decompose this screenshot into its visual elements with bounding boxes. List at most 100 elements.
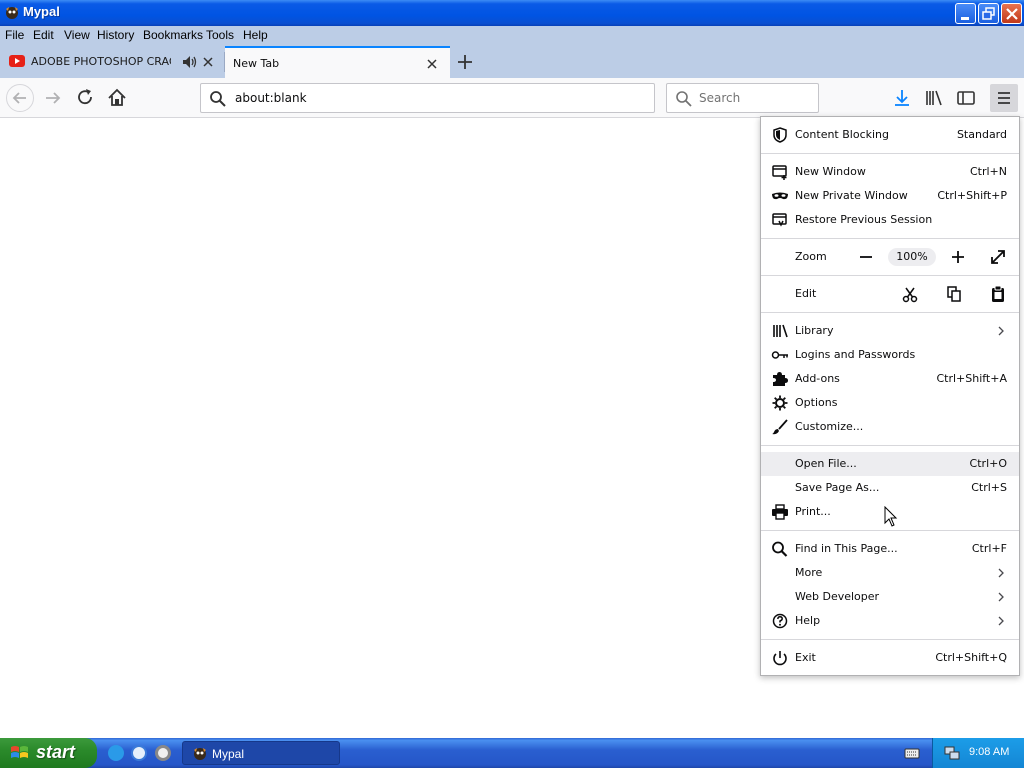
youtube-icon	[9, 55, 25, 67]
printer-icon	[772, 504, 788, 520]
new-private-window-item[interactable]: New Private Window Ctrl+Shift+P	[761, 184, 1019, 208]
new-tab-icon[interactable]	[455, 52, 475, 72]
menu-view[interactable]: View	[64, 28, 90, 42]
zoom-in-icon[interactable]	[947, 247, 969, 267]
restore-icon	[982, 7, 995, 20]
window-title: Mypal	[23, 4, 60, 19]
menu-shortcut: Ctrl+F	[971, 542, 1007, 555]
menu-tools[interactable]: Tools	[206, 28, 234, 42]
divider	[761, 445, 1019, 446]
downloads-button[interactable]	[888, 84, 916, 112]
chevron-right-icon	[998, 326, 1004, 336]
tab-close-icon[interactable]	[200, 54, 216, 70]
menu-bookmarks[interactable]: Bookmarks	[143, 28, 203, 42]
taskbar: start Mypal 9:08 AM	[0, 738, 1024, 768]
cut-icon[interactable]	[899, 284, 921, 304]
menu-label: Content Blocking	[795, 128, 890, 141]
divider	[761, 238, 1019, 239]
help-item[interactable]: Help	[761, 609, 1019, 633]
divider	[761, 639, 1019, 640]
internet-explorer-icon[interactable]	[108, 745, 124, 761]
menu-label: Edit	[795, 287, 817, 300]
speaker-icon[interactable]	[182, 55, 198, 69]
minimize-button[interactable]	[955, 3, 976, 24]
divider	[761, 530, 1019, 531]
exit-item[interactable]: Exit Ctrl+Shift+Q	[761, 646, 1019, 670]
tab-new-tab[interactable]: New Tab	[225, 46, 450, 78]
tab-youtube[interactable]: ADOBE PHOTOSHOP CRACK 2(	[0, 46, 224, 78]
menu-shortcut: Ctrl+O	[969, 457, 1007, 470]
taskbar-item-label: Mypal	[212, 747, 245, 761]
menu-history[interactable]: History	[97, 28, 134, 42]
paste-icon[interactable]	[987, 284, 1009, 304]
sidebar-button[interactable]	[952, 84, 980, 112]
divider	[761, 312, 1019, 313]
menu-shortcut: Ctrl+Shift+Q	[935, 651, 1007, 664]
tab-close-icon[interactable]	[424, 56, 440, 72]
zoom-out-icon[interactable]	[855, 247, 877, 267]
chevron-right-icon	[998, 616, 1004, 626]
private-mask-icon	[772, 192, 788, 200]
url-bar[interactable]	[200, 83, 655, 113]
menu-edit[interactable]: Edit	[33, 28, 54, 42]
logins-passwords-item[interactable]: Logins and Passwords	[761, 343, 1019, 367]
tab-label: ADOBE PHOTOSHOP CRACK 2(	[31, 55, 171, 68]
app-menu-button[interactable]	[990, 84, 1018, 112]
close-button[interactable]	[1001, 3, 1022, 24]
content-blocking-item[interactable]: Content Blocking Standard	[761, 123, 1019, 147]
taskbar-item-mypal[interactable]: Mypal	[182, 741, 340, 765]
menu-label: Save Page As...	[795, 481, 880, 494]
search-bar[interactable]	[666, 83, 819, 113]
addons-item[interactable]: Add-ons Ctrl+Shift+A	[761, 367, 1019, 391]
outlook-express-icon[interactable]	[131, 745, 147, 761]
url-input[interactable]	[233, 90, 643, 106]
menu-file[interactable]: File	[5, 28, 24, 42]
minimize-icon	[961, 17, 969, 20]
find-in-page-item[interactable]: Find in This Page... Ctrl+F	[761, 537, 1019, 561]
restore-button[interactable]	[978, 3, 999, 24]
forward-button[interactable]	[39, 84, 67, 112]
menu-help[interactable]: Help	[243, 28, 268, 42]
web-developer-item[interactable]: Web Developer	[761, 585, 1019, 609]
chevron-right-icon	[998, 592, 1004, 602]
keyboard-icon[interactable]	[904, 746, 920, 760]
start-label: start	[36, 742, 76, 762]
reload-button[interactable]	[71, 84, 99, 112]
search-input[interactable]	[697, 90, 812, 106]
back-button[interactable]	[6, 84, 34, 112]
mypal-logo-icon	[6, 7, 18, 19]
customize-item[interactable]: Customize...	[761, 415, 1019, 439]
mouse-cursor-icon	[884, 506, 898, 527]
library-item[interactable]: Library	[761, 319, 1019, 343]
library-button[interactable]	[920, 84, 948, 112]
fullscreen-icon[interactable]	[987, 247, 1009, 267]
search-icon	[210, 91, 226, 107]
more-item[interactable]: More	[761, 561, 1019, 585]
open-file-item[interactable]: Open File... Ctrl+O	[761, 452, 1019, 476]
help-icon	[772, 613, 788, 629]
new-window-item[interactable]: New Window Ctrl+N	[761, 160, 1019, 184]
restore-session-item[interactable]: Restore Previous Session	[761, 208, 1019, 232]
network-icon[interactable]	[943, 745, 961, 761]
windows-logo-icon	[11, 746, 28, 758]
search-icon	[772, 541, 788, 557]
options-item[interactable]: Options	[761, 391, 1019, 415]
menu-value: Standard	[956, 128, 1007, 141]
start-button[interactable]: start	[0, 738, 97, 768]
save-page-item[interactable]: Save Page As... Ctrl+S	[761, 476, 1019, 500]
nav-bar	[0, 78, 1024, 118]
zoom-reset-button[interactable]: 100%	[888, 248, 936, 266]
tab-strip: ADOBE PHOTOSHOP CRACK 2( New Tab	[0, 46, 1024, 78]
home-button[interactable]	[103, 84, 131, 112]
back-arrow-icon	[12, 92, 26, 104]
key-icon	[771, 351, 788, 359]
menu-label: Print...	[795, 505, 831, 518]
menu-label: Options	[795, 396, 838, 409]
media-player-icon[interactable]	[155, 745, 171, 761]
restore-session-icon	[772, 213, 787, 227]
paintbrush-icon	[772, 419, 788, 435]
menu-label: Add-ons	[795, 372, 840, 385]
menu-shortcut: Ctrl+N	[969, 165, 1007, 178]
copy-icon[interactable]	[943, 284, 965, 304]
shield-icon	[773, 127, 787, 143]
